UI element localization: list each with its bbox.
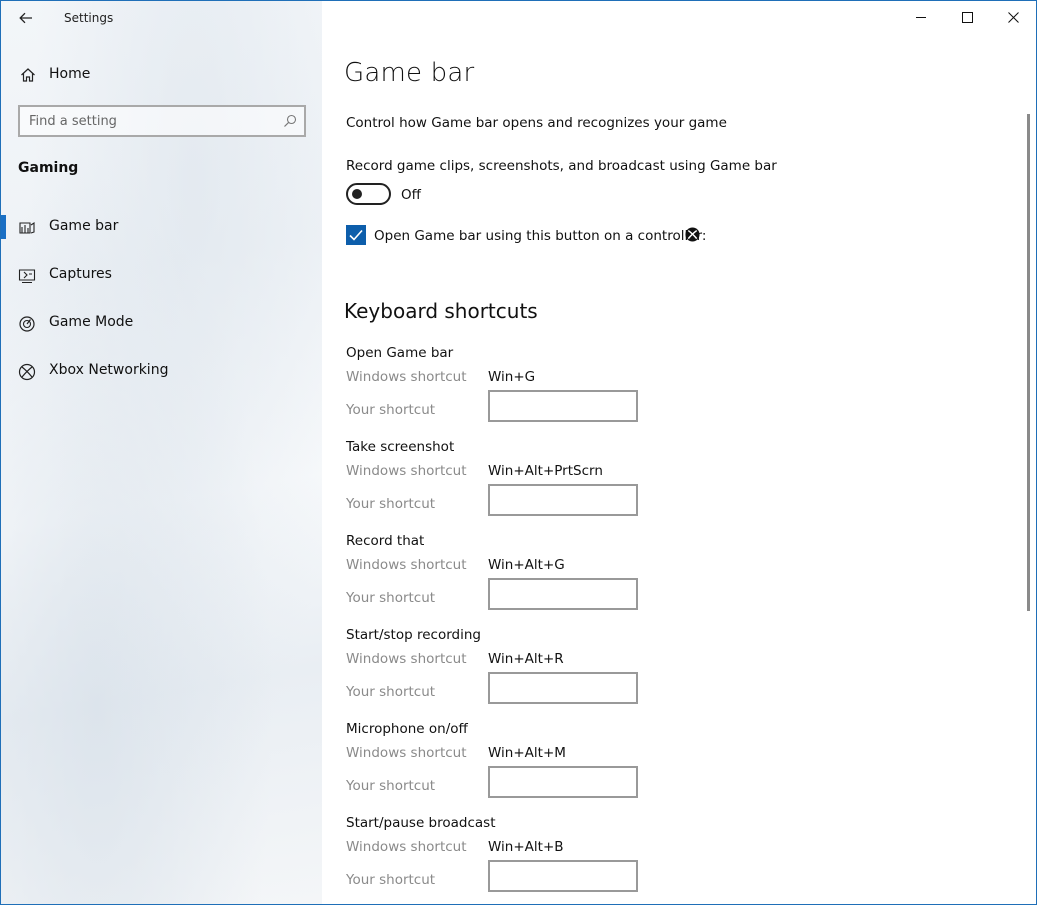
your-shortcut-label: Your shortcut: [346, 778, 436, 794]
window-controls: [898, 1, 1036, 33]
xbox-controller-icon: [685, 227, 700, 242]
close-button[interactable]: [990, 1, 1036, 33]
your-shortcut-label: Your shortcut: [346, 872, 436, 888]
sidebar-item-label: Xbox Networking: [49, 362, 169, 378]
page-description: Control how Game bar opens and recognize…: [346, 115, 727, 131]
record-toggle-label: Record game clips, screenshots, and broa…: [346, 158, 777, 174]
record-toggle[interactable]: [346, 183, 391, 205]
shortcut-title: Open Game bar: [346, 345, 454, 361]
windows-shortcut-value: Win+Alt+M: [488, 745, 566, 761]
search-icon[interactable]: [282, 113, 298, 129]
windows-shortcut-label: Windows shortcut: [346, 651, 467, 667]
windows-shortcut-value: Win+Alt+B: [488, 839, 564, 855]
windows-shortcut-value: Win+Alt+R: [488, 651, 564, 667]
controller-checkbox-label: Open Game bar using this button on a con…: [374, 228, 707, 244]
shortcut-group: Start/pause broadcast Windows shortcut W…: [346, 815, 746, 904]
captures-icon: [18, 269, 36, 284]
xbox-icon: [18, 363, 36, 381]
nav-home-label: Home: [49, 66, 91, 82]
shortcut-title: Take screenshot: [346, 439, 455, 455]
shortcut-title: Microphone on/off: [346, 721, 468, 737]
sidebar-item-label: Game Mode: [49, 314, 134, 330]
your-shortcut-label: Your shortcut: [346, 402, 436, 418]
shortcut-group: Microphone on/off Windows shortcut Win+A…: [346, 721, 746, 815]
sidebar: Settings Home Gaming Game bar: [1, 1, 322, 904]
shortcut-group: Start/stop recording Windows shortcut Wi…: [346, 627, 746, 721]
search-box[interactable]: [18, 105, 306, 137]
settings-window: Settings Home Gaming Game bar: [0, 0, 1037, 905]
nav-home[interactable]: Home: [1, 59, 322, 91]
back-arrow-icon: [19, 12, 32, 24]
windows-shortcut-label: Windows shortcut: [346, 839, 467, 855]
windows-shortcut-label: Windows shortcut: [346, 369, 467, 385]
back-button[interactable]: [9, 3, 43, 33]
your-shortcut-input[interactable]: [488, 860, 638, 892]
your-shortcut-input[interactable]: [488, 578, 638, 610]
windows-shortcut-label: Windows shortcut: [346, 745, 467, 761]
your-shortcut-label: Your shortcut: [346, 590, 436, 606]
scrollbar[interactable]: [1027, 114, 1030, 611]
shortcut-group: Take screenshot Windows shortcut Win+Alt…: [346, 439, 746, 533]
sidebar-item-game-mode[interactable]: Game Mode: [1, 303, 322, 343]
page-title: Game bar: [344, 58, 475, 88]
shortcut-title: Start/stop recording: [346, 627, 481, 643]
sidebar-item-captures[interactable]: Captures: [1, 255, 322, 295]
sidebar-item-label: Captures: [49, 266, 112, 282]
windows-shortcut-value: Win+G: [488, 369, 536, 385]
your-shortcut-label: Your shortcut: [346, 684, 436, 700]
controller-button-checkbox[interactable]: [346, 225, 366, 245]
app-title: Settings: [64, 11, 114, 25]
windows-shortcut-label: Windows shortcut: [346, 463, 467, 479]
shortcut-group: Open Game bar Windows shortcut Win+G You…: [346, 345, 746, 439]
search-input[interactable]: [29, 112, 269, 130]
shortcut-title: Start/pause broadcast: [346, 815, 496, 831]
sidebar-item-game-bar[interactable]: Game bar: [1, 207, 322, 247]
sidebar-item-label: Game bar: [49, 218, 119, 234]
minimize-button[interactable]: [898, 1, 944, 33]
main-content: Game bar Control how Game bar opens and …: [322, 1, 1032, 904]
checkmark-icon: [349, 229, 363, 241]
toggle-knob: [352, 189, 362, 199]
your-shortcut-label: Your shortcut: [346, 496, 436, 512]
your-shortcut-input[interactable]: [488, 484, 638, 516]
your-shortcut-input[interactable]: [488, 766, 638, 798]
your-shortcut-input[interactable]: [488, 390, 638, 422]
keyboard-shortcuts-heading: Keyboard shortcuts: [344, 299, 538, 323]
section-title: Gaming: [18, 160, 79, 176]
shortcut-group: Record that Windows shortcut Win+Alt+G Y…: [346, 533, 746, 627]
maximize-icon: [961, 11, 973, 23]
your-shortcut-input[interactable]: [488, 672, 638, 704]
home-icon: [21, 68, 35, 82]
windows-shortcut-label: Windows shortcut: [346, 557, 467, 573]
game-mode-icon: [19, 316, 35, 332]
windows-shortcut-value: Win+Alt+PrtScrn: [488, 463, 603, 479]
toggle-state-text: Off: [401, 187, 421, 203]
maximize-button[interactable]: [944, 1, 990, 33]
close-icon: [1007, 11, 1019, 23]
shortcut-title: Record that: [346, 533, 425, 549]
windows-shortcut-value: Win+Alt+G: [488, 557, 565, 573]
game-bar-icon: [19, 221, 35, 234]
sidebar-item-xbox-networking[interactable]: Xbox Networking: [1, 351, 322, 391]
minimize-icon: [915, 16, 926, 18]
